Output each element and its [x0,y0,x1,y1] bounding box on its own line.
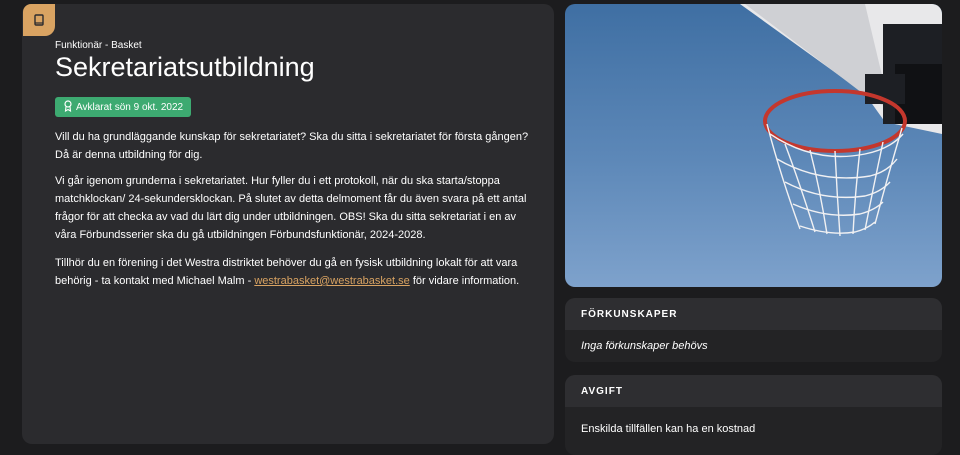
description-paragraph: Tillhör du en förening i det Westra dist… [55,254,535,290]
page-title: Sekretariatsutbildning [55,52,315,82]
course-description: Vill du ha grundläggande kunskap för sek… [55,128,535,298]
status-label: Avklarat sön 9 okt. 2022 [76,101,184,113]
fee-card: AVGIFT Enskilda tillfällen kan ha en kos… [565,375,942,455]
status-badge: Avklarat sön 9 okt. 2022 [55,97,192,117]
fee-header: AVGIFT [565,375,942,407]
prerequisites-text: Inga förkunskaper behövs [581,340,708,352]
prerequisites-card: FÖRKUNSKAPER Inga förkunskaper behövs [565,298,942,362]
course-category: Funktionär - Basket [55,40,142,51]
book-icon [23,4,55,36]
prerequisites-header: FÖRKUNSKAPER [565,298,942,330]
description-paragraph: Vill du ha grundläggande kunskap för sek… [55,131,529,161]
award-icon [63,99,73,115]
course-image [565,4,942,287]
fee-text: Enskilda tillfällen kan ha en kostnad [581,423,756,435]
contact-text-end: för vidare information. [409,275,520,287]
contact-email-link[interactable]: westrabasket@westrabasket.se [254,275,409,287]
description-paragraph: Vi går igenom grunderna i sekretariatet.… [55,175,527,241]
